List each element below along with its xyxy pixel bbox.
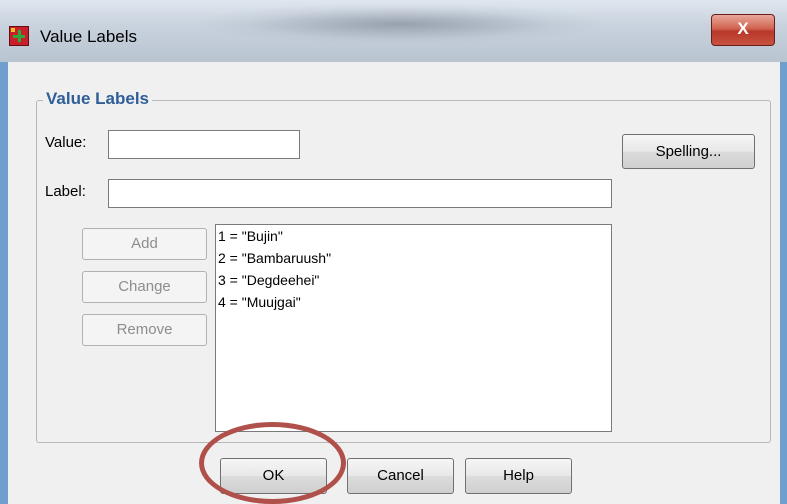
value-input[interactable] [108, 130, 300, 159]
label-label: Label: [45, 183, 86, 200]
close-button[interactable]: X [711, 14, 775, 46]
value-label: Value: [45, 134, 87, 151]
add-button[interactable]: Add [82, 228, 207, 260]
value-labels-dialog: Value Labels X Value Labels Value: Spell… [0, 0, 787, 504]
title-bar[interactable]: Value Labels X [0, 0, 787, 62]
ok-button[interactable]: OK [220, 458, 327, 494]
list-item[interactable]: 3 = "Degdeehei" [216, 269, 611, 291]
value-labels-list[interactable]: 1 = "Bujin" 2 = "Bambaruush" 3 = "Degdee… [215, 224, 612, 432]
list-item[interactable]: 2 = "Bambaruush" [216, 247, 611, 269]
group-title: Value Labels [43, 89, 152, 109]
window-title: Value Labels [40, 27, 138, 46]
label-input[interactable] [108, 179, 612, 208]
remove-button[interactable]: Remove [82, 314, 207, 346]
list-item[interactable]: 1 = "Bujin" [216, 225, 611, 247]
spelling-button[interactable]: Spelling... [622, 134, 755, 169]
dialog-body: Value Labels Value: Spelling... Label: A… [8, 62, 780, 504]
list-item[interactable]: 4 = "Muujgai" [216, 291, 611, 313]
value-labels-group: Value Labels Value: Spelling... Label: A… [36, 89, 771, 443]
title-bar-blur [200, 4, 600, 44]
help-button[interactable]: Help [465, 458, 572, 494]
spss-grid-icon [9, 26, 29, 46]
change-button[interactable]: Change [82, 271, 207, 303]
cancel-button[interactable]: Cancel [347, 458, 454, 494]
